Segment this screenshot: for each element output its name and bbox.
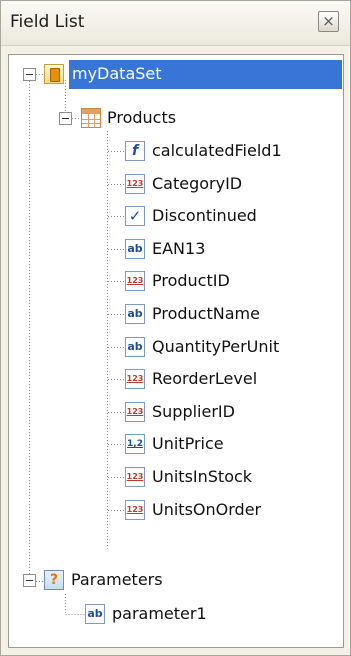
parameters-label: Parameters <box>71 570 163 589</box>
string-field-icon: ab <box>85 604 105 624</box>
tree-node-field[interactable]: 123 SupplierID <box>9 398 343 427</box>
numeric-field-icon: 123 <box>125 369 145 389</box>
tree-node-field[interactable]: ab QuantityPerUnit <box>9 333 343 362</box>
field-label: UnitsInStock <box>152 467 253 486</box>
string-field-icon: ab <box>125 239 145 259</box>
field-tree[interactable]: myDataSet Products f calculatedField1 123 C… <box>8 54 344 648</box>
field-label: UnitsOnOrder <box>152 500 262 519</box>
field-list-panel: Field List × myDataSet Products f calcul… <box>0 0 351 656</box>
tree-node-field[interactable]: 1,2 UnitPrice <box>9 430 343 459</box>
panel-titlebar: Field List × <box>1 1 350 46</box>
tree-node-field[interactable]: ab ProductName <box>9 300 343 329</box>
string-field-icon: ab <box>125 304 145 324</box>
field-label: ProductName <box>152 304 260 323</box>
field-label: calculatedField1 <box>152 141 282 160</box>
tree-node-field[interactable]: 123 CategoryID <box>9 170 343 199</box>
string-field-icon: ab <box>125 337 145 357</box>
tree-node-parameter[interactable]: ab parameter1 <box>9 600 343 629</box>
calculated-field-icon: f <box>125 141 145 161</box>
tree-node-field[interactable]: ✓ Discontinued <box>9 202 343 231</box>
dataset-label: myDataSet <box>72 64 162 83</box>
collapse-icon[interactable] <box>23 574 36 587</box>
numeric-field-icon: 123 <box>125 467 145 487</box>
field-label: ProductID <box>152 271 230 290</box>
numeric-field-icon: 123 <box>125 402 145 422</box>
field-label: SupplierID <box>152 402 235 421</box>
tree-node-field[interactable]: ab EAN13 <box>9 235 343 264</box>
field-label: EAN13 <box>152 239 206 258</box>
table-icon <box>81 108 101 128</box>
collapse-icon[interactable] <box>23 68 36 81</box>
tree-node-parameters[interactable]: ? Parameters <box>9 566 343 595</box>
parameter-label: parameter1 <box>112 604 207 623</box>
tree-node-field[interactable]: f calculatedField1 <box>9 137 343 166</box>
table-label: Products <box>107 108 177 127</box>
numeric-field-icon: 123 <box>125 174 145 194</box>
tree-node-field[interactable]: 123 ProductID <box>9 267 343 296</box>
field-label: UnitPrice <box>152 434 224 453</box>
numeric-field-icon: 123 <box>125 500 145 520</box>
tree-node-field[interactable]: 123 ReorderLevel <box>9 365 343 394</box>
tree-node-products[interactable]: Products <box>9 104 343 133</box>
tree-node-field[interactable]: 123 UnitsInStock <box>9 463 343 492</box>
field-label: ReorderLevel <box>152 369 258 388</box>
tree-node-dataset[interactable]: myDataSet <box>9 60 343 89</box>
tree-node-field[interactable]: 123 UnitsOnOrder <box>9 496 343 525</box>
field-label: QuantityPerUnit <box>152 337 280 356</box>
close-button[interactable]: × <box>318 11 339 32</box>
parameters-icon: ? <box>44 570 64 590</box>
dataset-icon <box>44 64 64 84</box>
boolean-field-icon: ✓ <box>125 206 145 226</box>
close-icon: × <box>322 12 335 30</box>
numeric-field-icon: 123 <box>125 271 145 291</box>
collapse-icon[interactable] <box>59 112 72 125</box>
panel-title: Field List <box>10 12 85 32</box>
field-label: CategoryID <box>152 174 243 193</box>
field-label: Discontinued <box>152 206 257 225</box>
decimal-field-icon: 1,2 <box>125 434 145 454</box>
